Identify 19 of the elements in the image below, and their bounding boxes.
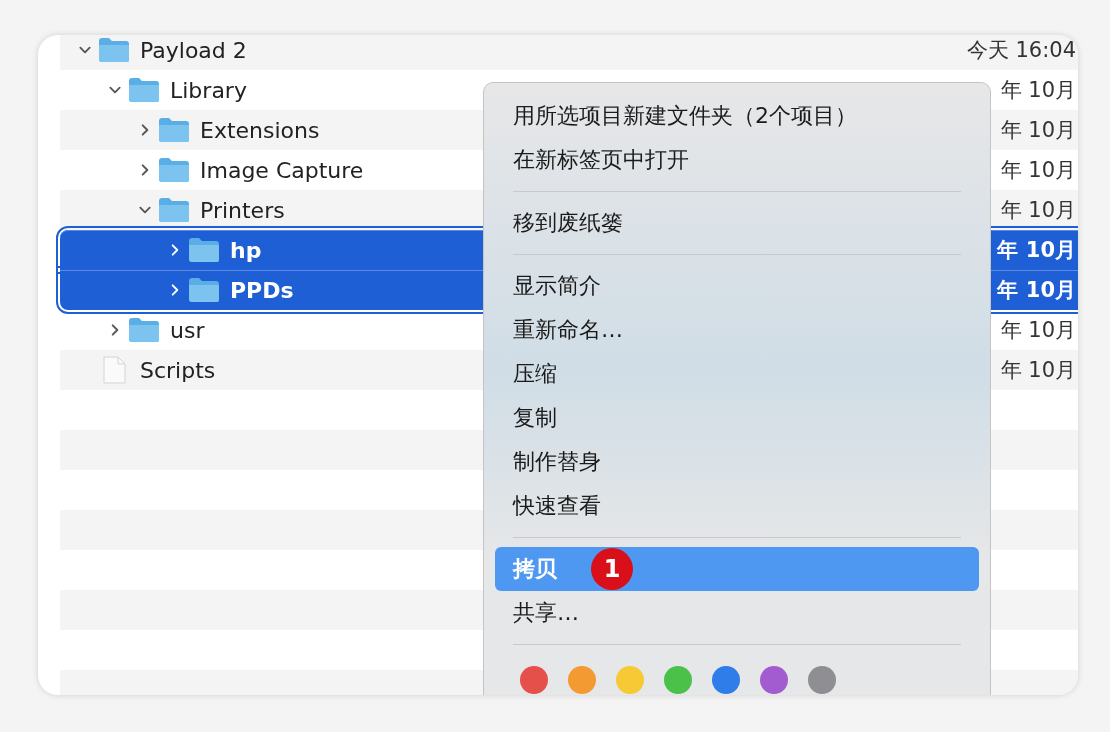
file-name: Image Capture — [200, 157, 364, 183]
file-name: PPDs — [230, 277, 294, 303]
file-name: Library — [170, 77, 247, 103]
date-modified: 年 10月 — [1000, 117, 1077, 144]
date-modified: 年 10月 — [1000, 157, 1077, 184]
date-modified: 年 10月 — [997, 237, 1077, 264]
file-name: Extensions — [200, 117, 320, 143]
date-modified: 年 10月 — [1000, 357, 1077, 384]
date-modified: 年 10月 — [1000, 197, 1077, 224]
date-modified: 今天 16:04 — [966, 37, 1077, 64]
file-name: Printers — [200, 197, 285, 223]
date-modified: 年 10月 — [1000, 317, 1077, 344]
date-modified: 年 10月 — [997, 277, 1077, 304]
file-name: hp — [230, 237, 262, 263]
file-name: usr — [170, 317, 205, 343]
date-modified: 年 10月 — [1000, 77, 1077, 104]
file-name: Scripts — [140, 357, 216, 383]
file-name: Payload 2 — [140, 37, 247, 63]
step-badge: 1 — [591, 548, 633, 590]
